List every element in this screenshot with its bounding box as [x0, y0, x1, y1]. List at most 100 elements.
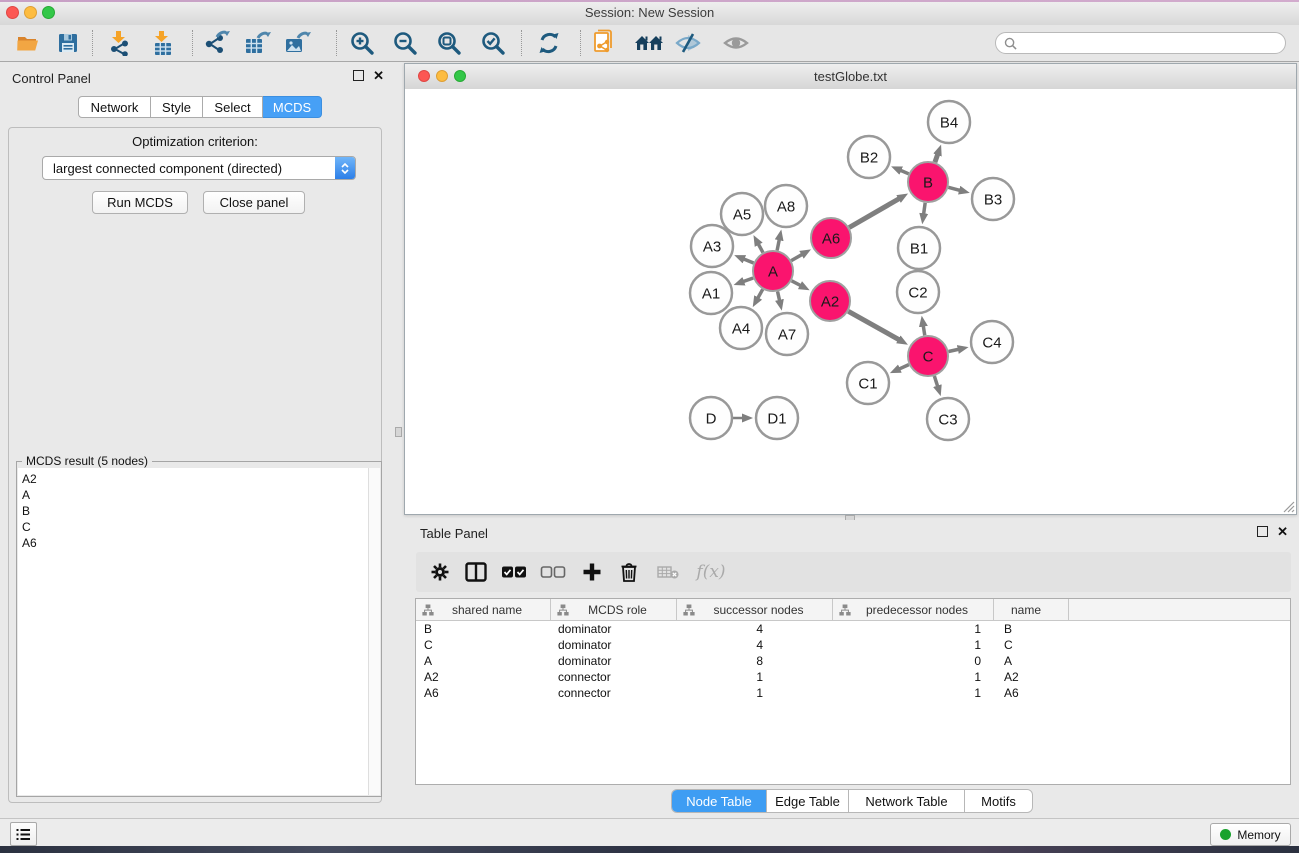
tab-network[interactable]: Network: [78, 96, 151, 118]
graph-edge-A-A6[interactable]: [791, 254, 802, 260]
graph-node-A1[interactable]: A1: [690, 272, 732, 314]
select-all-button[interactable]: [502, 566, 527, 578]
table-cell[interactable]: A2: [994, 670, 1069, 684]
table-cell[interactable]: A6: [416, 686, 551, 700]
graph-node-A4[interactable]: A4: [720, 307, 762, 349]
graph-edge-C-C2[interactable]: [923, 326, 925, 336]
search-field[interactable]: [995, 32, 1286, 54]
window-titlebar[interactable]: Session: New Session: [0, 0, 1299, 26]
column-header-successor-nodes[interactable]: successor nodes: [677, 599, 833, 620]
table-cell[interactable]: C: [994, 638, 1069, 652]
graph-edge-B-B3[interactable]: [948, 187, 960, 190]
close-panel-icon[interactable]: ✕: [373, 71, 384, 81]
deselect-all-button[interactable]: [541, 566, 566, 578]
tab-node-table[interactable]: Node Table: [672, 790, 766, 812]
column-settings-button[interactable]: [430, 562, 450, 582]
vertical-splitter-handle[interactable]: [395, 427, 402, 437]
task-history-button[interactable]: [10, 822, 37, 846]
close-panel-icon[interactable]: ✕: [1277, 527, 1288, 537]
zoom-selected-button[interactable]: [476, 27, 510, 59]
function-builder-button[interactable]: f(x): [696, 562, 725, 582]
table-cell[interactable]: 4: [677, 638, 833, 652]
network-window-titlebar[interactable]: testGlobe.txt: [405, 64, 1296, 90]
table-row[interactable]: Cdominator41C: [416, 637, 1290, 653]
memory-button[interactable]: Memory: [1210, 823, 1291, 846]
add-row-button[interactable]: [582, 562, 602, 582]
refresh-button[interactable]: [532, 27, 566, 59]
table-cell[interactable]: A6: [994, 686, 1069, 700]
show-details-button[interactable]: [719, 27, 753, 59]
graph-node-C2[interactable]: C2: [897, 271, 939, 313]
mcds-result-scrollbar[interactable]: [368, 468, 380, 795]
graph-node-B1[interactable]: B1: [898, 227, 940, 269]
graph-node-A[interactable]: A: [753, 251, 793, 291]
mcds-result-item[interactable]: C: [22, 519, 368, 535]
node-table[interactable]: shared name MCDS role successor nodes pr…: [415, 598, 1291, 785]
table-cell[interactable]: A2: [416, 670, 551, 684]
graph-edge-C-C1[interactable]: [899, 365, 909, 369]
search-input[interactable]: [1021, 35, 1285, 51]
table-cell[interactable]: 1: [833, 622, 994, 636]
table-cell[interactable]: dominator: [551, 622, 677, 636]
table-cell[interactable]: dominator: [551, 638, 677, 652]
graph-edge-A2-C[interactable]: [848, 311, 899, 340]
table-cell[interactable]: C: [416, 638, 551, 652]
zoom-out-button[interactable]: [388, 27, 422, 59]
delete-rows-button[interactable]: [620, 562, 638, 582]
table-cell[interactable]: connector: [551, 686, 677, 700]
table-cell[interactable]: 1: [833, 686, 994, 700]
table-cell[interactable]: dominator: [551, 654, 677, 668]
graph-node-A8[interactable]: A8: [765, 185, 807, 227]
table-cell[interactable]: 1: [677, 686, 833, 700]
graph-node-B[interactable]: B: [908, 162, 948, 202]
table-cell[interactable]: 8: [677, 654, 833, 668]
column-header-name[interactable]: name: [994, 599, 1069, 620]
mcds-result-item[interactable]: A: [22, 487, 368, 503]
export-image-button[interactable]: [280, 27, 314, 59]
graph-edge-B-B1[interactable]: [924, 203, 926, 215]
table-cell[interactable]: 1: [677, 670, 833, 684]
delete-table-button[interactable]: [657, 565, 679, 579]
graph-edge-A-A2[interactable]: [792, 281, 801, 286]
table-cell[interactable]: B: [416, 622, 551, 636]
table-cell[interactable]: 1: [833, 670, 994, 684]
graph-edge-C-C4[interactable]: [949, 349, 959, 351]
graph-node-D[interactable]: D: [690, 397, 732, 439]
graph-edge-A-A4[interactable]: [758, 289, 763, 298]
table-row[interactable]: Bdominator41B: [416, 621, 1290, 637]
import-table-button[interactable]: [145, 27, 179, 59]
new-network-from-file-button[interactable]: [588, 27, 622, 59]
graph-edge-A6-B[interactable]: [849, 198, 899, 227]
close-panel-button[interactable]: Close panel: [203, 191, 305, 214]
mcds-result-item[interactable]: A6: [22, 535, 368, 551]
graph-node-D1[interactable]: D1: [756, 397, 798, 439]
graph-node-A6[interactable]: A6: [811, 218, 851, 258]
graph-node-B2[interactable]: B2: [848, 136, 890, 178]
table-cell[interactable]: A: [994, 654, 1069, 668]
table-cell[interactable]: 0: [833, 654, 994, 668]
table-row[interactable]: A6connector11A6: [416, 685, 1290, 701]
window-resize-grip[interactable]: [1281, 499, 1295, 513]
tab-network-table[interactable]: Network Table: [848, 790, 964, 812]
float-panel-icon[interactable]: [1257, 526, 1268, 537]
table-row[interactable]: Adominator80A: [416, 653, 1290, 669]
zoom-in-button[interactable]: [345, 27, 379, 59]
tab-edge-table[interactable]: Edge Table: [766, 790, 848, 812]
column-header-mcds-role[interactable]: MCDS role: [551, 599, 677, 620]
graph-edge-C-C3[interactable]: [934, 376, 937, 387]
open-session-button[interactable]: [11, 27, 45, 59]
table-cell[interactable]: B: [994, 622, 1069, 636]
tab-style[interactable]: Style: [151, 96, 203, 118]
table-cell[interactable]: A: [416, 654, 551, 668]
table-row[interactable]: A2connector11A2: [416, 669, 1290, 685]
graph-node-A7[interactable]: A7: [766, 313, 808, 355]
graph-edge-B-B2[interactable]: [900, 170, 908, 174]
graph-edge-A-A1[interactable]: [743, 278, 753, 282]
tab-mcds[interactable]: MCDS: [263, 96, 322, 118]
network-graph[interactable]: AA1A2A3A4A5A6A7A8BB1B2B3B4CC1C2C3C4DD1: [405, 89, 1296, 514]
graph-node-C4[interactable]: C4: [971, 321, 1013, 363]
zoom-fit-button[interactable]: [432, 27, 466, 59]
tab-motifs[interactable]: Motifs: [964, 790, 1032, 812]
tab-select[interactable]: Select: [203, 96, 263, 118]
criterion-dropdown[interactable]: largest connected component (directed): [42, 156, 356, 180]
